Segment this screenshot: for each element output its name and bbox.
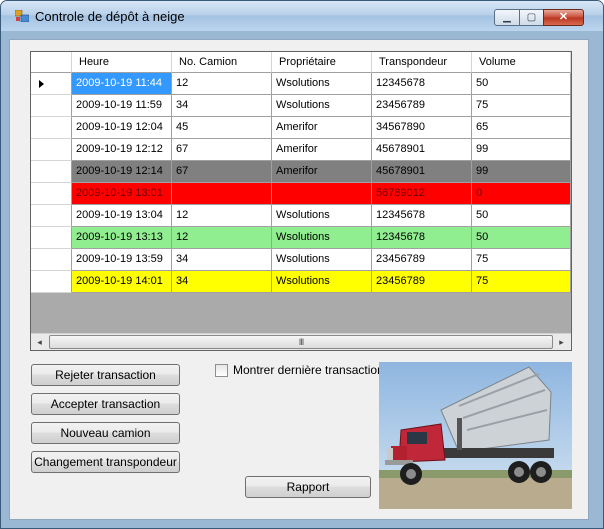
table-cell[interactable]: Wsolutions <box>272 227 372 249</box>
row-header[interactable] <box>31 95 72 117</box>
table-row[interactable]: 2009-10-19 11:44 12 Wsolutions 12345678 50 <box>31 73 571 95</box>
table-row[interactable]: 2009-10-19 13:59 34 Wsolutions 23456789 75 <box>31 249 571 271</box>
table-cell[interactable]: 2009-10-19 13:59 <box>72 249 172 271</box>
table-cell[interactable] <box>172 183 272 205</box>
table-cell[interactable]: 50 <box>472 73 571 95</box>
scroll-left-button[interactable]: ◂ <box>31 334 48 350</box>
table-cell[interactable]: 2009-10-19 11:44 <box>72 73 172 95</box>
row-header[interactable] <box>31 249 72 271</box>
close-button[interactable]: ✕ <box>543 9 584 26</box>
table-cell[interactable]: 67 <box>172 161 272 183</box>
table-cell[interactable]: Amerifor <box>272 117 372 139</box>
table-cell[interactable]: 12345678 <box>372 227 472 249</box>
table-cell[interactable]: 23456789 <box>372 249 472 271</box>
table-cell[interactable]: 12345678 <box>372 205 472 227</box>
table-cell[interactable]: 65 <box>472 117 571 139</box>
column-header[interactable]: No. Camion <box>172 52 272 73</box>
table-cell[interactable]: 99 <box>472 161 571 183</box>
app-window-icon <box>15 10 29 22</box>
table-cell[interactable]: Wsolutions <box>272 205 372 227</box>
current-row-arrow-icon <box>39 80 44 88</box>
horizontal-scrollbar[interactable]: ◂ III ▸ <box>31 333 571 350</box>
scroll-right-button[interactable]: ▸ <box>553 334 570 350</box>
table-cell[interactable]: 23456789 <box>372 271 472 293</box>
table-cell[interactable]: 2009-10-19 12:04 <box>72 117 172 139</box>
minimize-button[interactable]: ▁ <box>494 9 520 26</box>
table-cell[interactable]: 75 <box>472 249 571 271</box>
row-header[interactable] <box>31 139 72 161</box>
table-row[interactable]: 2009-10-19 12:04 45 Amerifor 34567890 65 <box>31 117 571 139</box>
table-cell[interactable]: 34567890 <box>372 117 472 139</box>
table-cell[interactable]: 45 <box>172 117 272 139</box>
table-cell[interactable]: 2009-10-19 13:04 <box>72 205 172 227</box>
report-button[interactable]: Rapport <box>245 476 371 498</box>
table-cell[interactable]: Wsolutions <box>272 73 372 95</box>
table-cell[interactable]: 34 <box>172 95 272 117</box>
title-bar[interactable]: Controle de dépôt à neige ▁ ▢ ✕ <box>1 1 603 31</box>
table-cell[interactable]: 12 <box>172 205 272 227</box>
row-header[interactable] <box>31 73 72 95</box>
table-cell[interactable]: 12 <box>172 227 272 249</box>
table-cell[interactable]: 2009-10-19 11:59 <box>72 95 172 117</box>
table-cell[interactable]: 75 <box>472 95 571 117</box>
reject-transaction-button[interactable]: Rejeter transaction <box>31 364 180 386</box>
table-cell[interactable]: 12345678 <box>372 73 472 95</box>
table-cell[interactable]: 2009-10-19 13:13 <box>72 227 172 249</box>
client-area: Heure No. Camion Propriétaire Transpondeur V… <box>9 39 589 520</box>
table-cell[interactable]: Amerifor <box>272 161 372 183</box>
table-cell[interactable]: 2009-10-19 12:14 <box>72 161 172 183</box>
table-row[interactable]: 2009-10-19 13:01 56789012 0 <box>31 183 571 205</box>
show-last-transaction-label: Montrer dernière transaction <box>233 363 384 377</box>
table-cell[interactable]: 2009-10-19 13:01 <box>72 183 172 205</box>
table-cell[interactable]: 50 <box>472 227 571 249</box>
table-cell[interactable]: 2009-10-19 12:12 <box>72 139 172 161</box>
window-title: Controle de dépôt à neige <box>35 9 185 24</box>
table-cell[interactable]: Amerifor <box>272 139 372 161</box>
column-header[interactable]: Heure <box>72 52 172 73</box>
table-cell[interactable]: 0 <box>472 183 571 205</box>
change-transponder-button[interactable]: Changement transpondeur <box>31 451 180 473</box>
row-header[interactable] <box>31 271 72 293</box>
column-header[interactable]: Transpondeur <box>372 52 472 73</box>
transactions-grid[interactable]: Heure No. Camion Propriétaire Transpondeur V… <box>30 51 572 351</box>
column-header[interactable]: Propriétaire <box>272 52 372 73</box>
table-cell[interactable]: 45678901 <box>372 139 472 161</box>
table-cell[interactable]: 75 <box>472 271 571 293</box>
row-header[interactable] <box>31 183 72 205</box>
table-cell[interactable]: Wsolutions <box>272 95 372 117</box>
dump-truck-photo <box>379 362 572 509</box>
row-header[interactable] <box>31 161 72 183</box>
table-cell[interactable]: 23456789 <box>372 95 472 117</box>
row-header[interactable] <box>31 227 72 249</box>
table-cell[interactable]: 56789012 <box>372 183 472 205</box>
table-row[interactable]: 2009-10-19 14:01 34 Wsolutions 23456789 75 <box>31 271 571 293</box>
table-row[interactable]: 2009-10-19 11:59 34 Wsolutions 23456789 75 <box>31 95 571 117</box>
maximize-button[interactable]: ▢ <box>519 9 544 26</box>
scrollbar-thumb[interactable]: III <box>49 335 553 349</box>
row-header[interactable] <box>31 117 72 139</box>
table-cell[interactable] <box>272 183 372 205</box>
column-header[interactable]: Volume <box>472 52 571 73</box>
table-cell[interactable]: 67 <box>172 139 272 161</box>
table-row[interactable]: 2009-10-19 12:14 67 Amerifor 45678901 99 <box>31 161 571 183</box>
table-cell[interactable]: 99 <box>472 139 571 161</box>
table-cell[interactable]: 2009-10-19 14:01 <box>72 271 172 293</box>
table-cell[interactable]: 34 <box>172 249 272 271</box>
show-last-transaction-checkbox[interactable] <box>215 364 228 377</box>
table-cell[interactable]: Wsolutions <box>272 249 372 271</box>
accept-transaction-button[interactable]: Accepter transaction <box>31 393 180 415</box>
table-cell[interactable]: 50 <box>472 205 571 227</box>
grid-corner-header[interactable] <box>31 52 72 73</box>
table-row[interactable]: 2009-10-19 13:04 12 Wsolutions 12345678 50 <box>31 205 571 227</box>
table-cell[interactable]: 34 <box>172 271 272 293</box>
main-window: Controle de dépôt à neige ▁ ▢ ✕ Heure No.… <box>0 0 604 529</box>
table-cell[interactable]: 12 <box>172 73 272 95</box>
table-cell[interactable]: Wsolutions <box>272 271 372 293</box>
table-row[interactable]: 2009-10-19 12:12 67 Amerifor 45678901 99 <box>31 139 571 161</box>
row-header[interactable] <box>31 205 72 227</box>
new-truck-button[interactable]: Nouveau camion <box>31 422 180 444</box>
table-row[interactable]: 2009-10-19 13:13 12 Wsolutions 12345678 50 <box>31 227 571 249</box>
table-cell[interactable]: 45678901 <box>372 161 472 183</box>
